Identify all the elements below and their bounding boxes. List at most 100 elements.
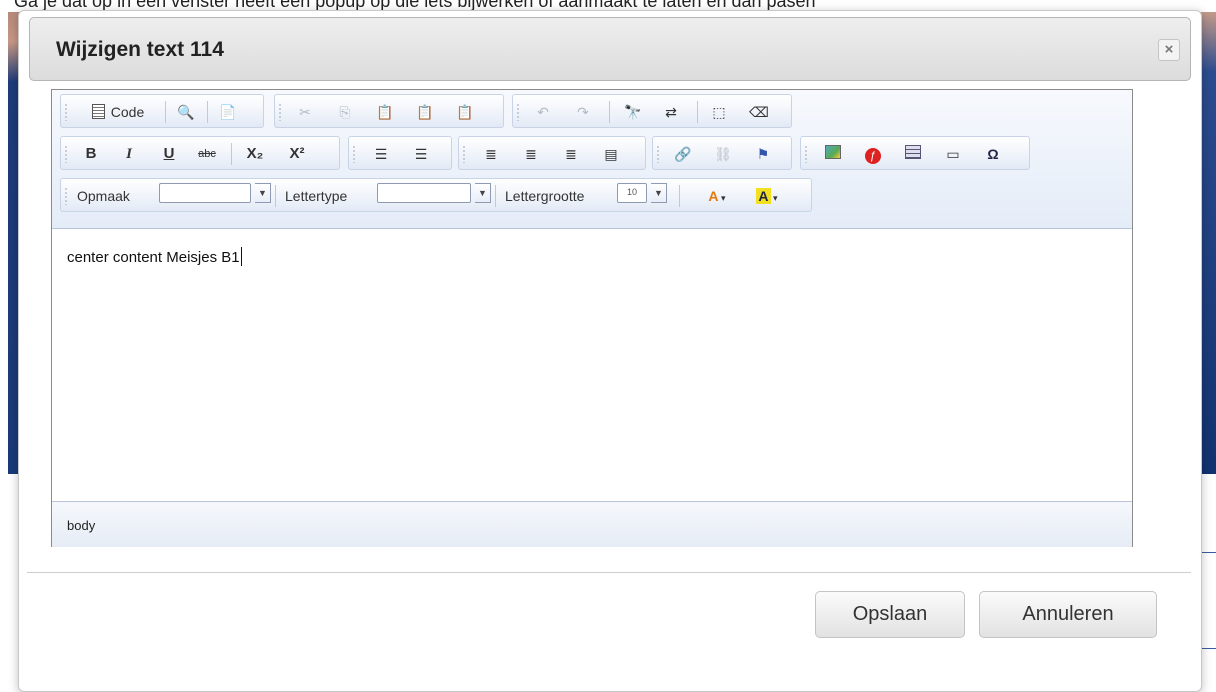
undo-button[interactable]: ↶ (533, 101, 553, 123)
save-button[interactable]: Opslaan (815, 591, 965, 638)
cut-icon: ✂ (299, 104, 311, 120)
select-all-button[interactable]: ⬚ (709, 101, 729, 123)
editor-content-area[interactable]: center content Meisjes B1 (52, 229, 1132, 501)
font-label: Lettertype (285, 188, 348, 204)
text-color-button[interactable]: A ▾ (701, 185, 733, 207)
copy-icon: ⎘ (339, 104, 351, 120)
cut-button[interactable]: ✂ (295, 101, 315, 123)
toolbar-grip (279, 103, 281, 121)
toolbar-separator (165, 101, 166, 123)
redo-button[interactable]: ↷ (573, 101, 593, 123)
unlink-button[interactable]: ⛓ (713, 143, 733, 165)
justify-icon: ▤ (604, 146, 618, 162)
bold-button[interactable]: B (81, 143, 101, 165)
toolbar-separator (679, 185, 680, 207)
chevron-down-icon: ▼ (478, 188, 487, 198)
toolbar-grip (353, 145, 355, 163)
toolbar-separator (697, 101, 698, 123)
font-size-dropdown-button[interactable]: ▼ (651, 183, 667, 203)
toolbar-group-document: Code 🔍 📄 (60, 94, 264, 128)
underline-button[interactable]: U (159, 143, 179, 165)
paste-word-button[interactable]: 📋 (455, 101, 475, 123)
numbered-list-button[interactable]: ☰ (371, 143, 391, 165)
redo-icon: ↷ (577, 104, 589, 120)
link-button[interactable]: 🔗 (673, 143, 693, 165)
close-button[interactable]: × (1158, 39, 1180, 61)
toolbar-grip (463, 145, 465, 163)
toolbar-grip (65, 103, 67, 121)
toolbar-group-editing: ↶ ↷ 🔭 ⇄ ⬚ ⌫ (512, 94, 792, 128)
align-right-button[interactable]: ≣ (561, 143, 581, 165)
italic-button[interactable]: I (119, 143, 139, 165)
rich-text-editor: Code 🔍 📄 ✂ ⎘ 📋 📋 📋 ↶ ↷ 🔭 ⇄ ⬚ ⌫ B I U abc… (51, 89, 1133, 547)
font-select[interactable] (377, 183, 471, 203)
numbered-list-icon: ☰ (374, 146, 388, 162)
toolbar-group-links: 🔗 ⛓ ⚑ (652, 136, 792, 170)
link-icon: 🔗 (674, 146, 692, 162)
align-center-icon: ≣ (525, 146, 537, 162)
table-icon (905, 145, 921, 159)
source-code-button[interactable]: Code (79, 101, 157, 123)
remove-format-button[interactable]: ⌫ (749, 101, 769, 123)
font-size-select[interactable]: 10 (617, 183, 647, 203)
horizontal-rule-button[interactable]: ▭ (943, 143, 963, 165)
preview-button[interactable]: 🔍 (175, 101, 197, 123)
source-icon (91, 104, 105, 119)
font-dropdown-button[interactable]: ▼ (475, 183, 491, 203)
dialog-footer-divider (27, 572, 1191, 573)
toolbar-grip (517, 103, 519, 121)
bulleted-list-icon: ☰ (414, 146, 428, 162)
editor-text[interactable]: center content Meisjes B1 (67, 247, 242, 266)
paste-button[interactable]: 📋 (375, 101, 395, 123)
anchor-button[interactable]: ⚑ (753, 143, 773, 165)
font-size-label: Lettergrootte (505, 188, 585, 204)
image-button[interactable] (823, 143, 843, 165)
format-dropdown-button[interactable]: ▼ (255, 183, 271, 203)
image-icon (825, 145, 841, 159)
templates-button[interactable]: 📄 (217, 101, 239, 123)
find-button[interactable]: 🔭 (623, 101, 643, 123)
flash-button[interactable]: ƒ (863, 143, 883, 165)
text-caret (240, 247, 242, 266)
toolbar-separator (231, 143, 232, 165)
toolbar-grip (65, 145, 67, 163)
paste-text-icon: 📋 (416, 104, 434, 120)
align-center-button[interactable]: ≣ (521, 143, 541, 165)
dialog-header[interactable]: Wijzigen text 114 × (29, 17, 1191, 81)
select-all-icon: ⬚ (712, 104, 726, 120)
templates-icon: 📄 (219, 104, 237, 120)
text-color-icon: A (708, 188, 719, 204)
toolbar-grip (65, 187, 67, 205)
strikethrough-button[interactable]: abc (197, 143, 217, 165)
element-path[interactable]: body (67, 518, 95, 533)
toolbar-group-lists: ☰ ☰ (348, 136, 452, 170)
edit-text-dialog: Wijzigen text 114 × Code 🔍 📄 ✂ ⎘ 📋 📋 📋 ↶… (18, 10, 1202, 692)
highlight-color-icon: A (756, 188, 771, 204)
flash-icon: ƒ (865, 148, 881, 164)
align-left-button[interactable]: ≣ (481, 143, 501, 165)
editor-text-value: center content Meisjes B1 (67, 249, 240, 266)
superscript-button[interactable]: X² (287, 143, 307, 165)
special-char-button[interactable]: Ω (983, 143, 1003, 165)
binoculars-icon: 🔭 (624, 104, 642, 120)
toolbar-group-insert: ƒ ▭ Ω (800, 136, 1030, 170)
toolbar-grip (657, 145, 659, 163)
editor-toolbar: Code 🔍 📄 ✂ ⎘ 📋 📋 📋 ↶ ↷ 🔭 ⇄ ⬚ ⌫ B I U abc… (52, 90, 1132, 229)
undo-icon: ↶ (537, 104, 549, 120)
format-select[interactable] (159, 183, 251, 203)
table-button[interactable] (903, 143, 923, 165)
copy-button[interactable]: ⎘ (335, 101, 355, 123)
bulleted-list-button[interactable]: ☰ (411, 143, 431, 165)
chevron-down-icon: ▾ (770, 193, 778, 203)
align-left-icon: ≣ (485, 146, 497, 162)
replace-button[interactable]: ⇄ (661, 101, 681, 123)
toolbar-group-alignment: ≣ ≣ ≣ ▤ (458, 136, 646, 170)
justify-button[interactable]: ▤ (601, 143, 621, 165)
toolbar-group-basic-styles: B I U abc X₂ X² (60, 136, 340, 170)
subscript-button[interactable]: X₂ (245, 143, 265, 165)
paste-text-button[interactable]: 📋 (415, 101, 435, 123)
cancel-button[interactable]: Annuleren (979, 591, 1157, 638)
preview-icon: 🔍 (177, 104, 195, 120)
toolbar-grip (805, 145, 807, 163)
background-color-button[interactable]: A ▾ (751, 185, 783, 207)
